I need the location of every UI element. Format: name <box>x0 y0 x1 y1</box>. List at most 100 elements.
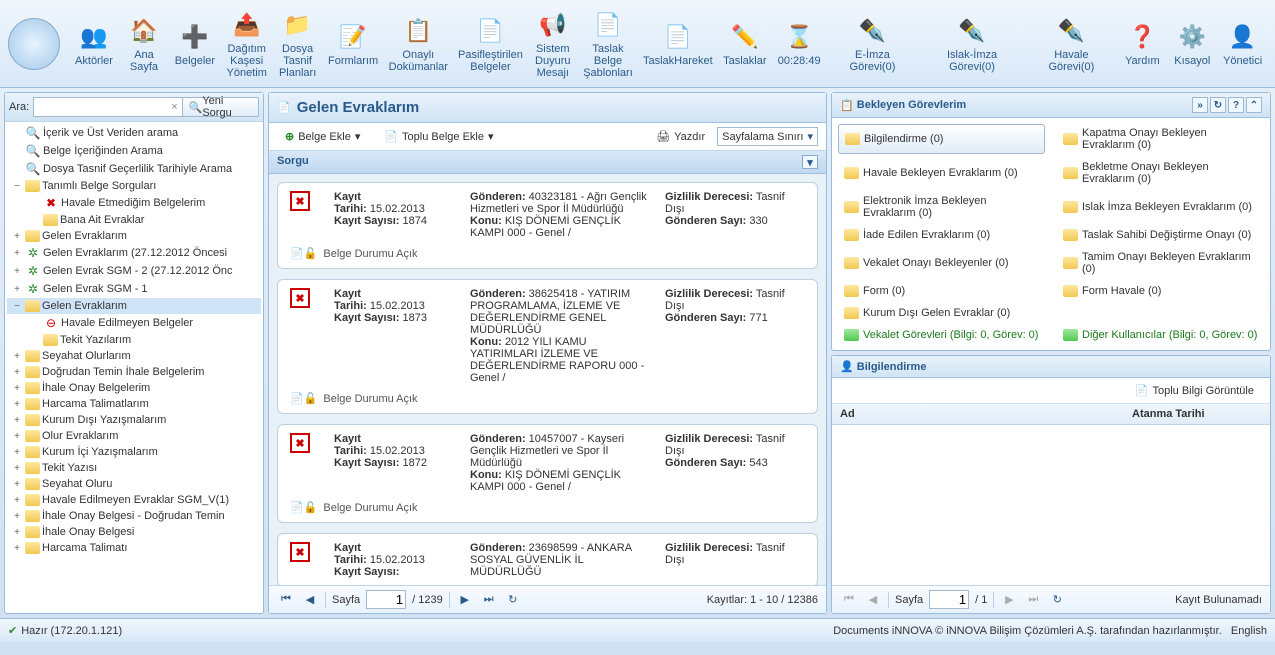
task-item[interactable]: Vekalet Görevleri (Bilgi: 0, Görev: 0) <box>838 326 1045 344</box>
prev-page-button[interactable]: ◀ <box>864 591 882 609</box>
toolbar-havale görevi(0)[interactable]: ✒️Havale Görevi(0) <box>1026 5 1116 83</box>
tree-item[interactable]: 🔍Dosya Tasnif Geçerlilik Tarihiyle Arama <box>7 160 261 178</box>
tree-item[interactable]: −Tanımlı Belge Sorguları <box>7 178 261 194</box>
expand-icon[interactable]: + <box>11 463 23 474</box>
tree-item[interactable]: +Seyahat Oluru <box>7 476 261 492</box>
toolbar-yönetici[interactable]: 👤Yönetici <box>1218 5 1267 83</box>
toolbar-onaylı[interactable]: 📋OnaylıDokümanlar <box>385 5 453 83</box>
task-item[interactable]: Kurum Dışı Gelen Evraklar (0) <box>838 304 1045 322</box>
tree-item[interactable]: −Gelen Evraklarım <box>7 298 261 314</box>
tree-item[interactable]: +Seyahat Olurlarım <box>7 348 261 364</box>
toolbar-sistem[interactable]: 📢SistemDuyuruMesajı <box>529 5 577 83</box>
expand-icon[interactable]: + <box>11 431 23 442</box>
last-page-button[interactable]: ⏭ <box>480 591 498 609</box>
expand-icon[interactable]: + <box>11 248 23 259</box>
tree-item[interactable]: ✖Havale Etmediğim Belgelerim <box>7 194 261 212</box>
refresh-button[interactable]: ↻ <box>1048 591 1066 609</box>
expand-icon[interactable]: + <box>11 266 23 277</box>
col-tarih[interactable]: Atanma Tarihi <box>1132 408 1262 420</box>
prev-page-button[interactable]: ◀ <box>301 591 319 609</box>
toolbar-islak-i̇mza görevi(0)[interactable]: ✒️Islak-İmza Görevi(0) <box>920 5 1025 83</box>
expand-icon[interactable]: + <box>11 383 23 394</box>
sayfalama-select[interactable]: Sayfalama Sınırı ▾ <box>717 127 818 146</box>
tree-item[interactable]: Bana Ait Evraklar <box>7 212 261 228</box>
tree-item[interactable]: +Harcama Talimatı <box>7 540 261 556</box>
refresh-icon[interactable]: » <box>1192 97 1208 113</box>
first-page-button[interactable]: ⏮ <box>840 591 858 609</box>
toolbar-dağıtım[interactable]: 📤DağıtımKaşesiYönetim <box>222 5 272 83</box>
toolbar-dosya[interactable]: 📁DosyaTasnifPlanları <box>274 5 322 83</box>
toolbar-taslakhareket[interactable]: 📄TaslakHareket <box>639 5 716 83</box>
clear-icon[interactable]: × <box>171 101 177 113</box>
refresh-button[interactable]: ↻ <box>504 591 522 609</box>
toolbar-pasifleştirilen[interactable]: 📄PasifleştirilenBelgeler <box>454 5 527 83</box>
tree-item[interactable]: +İhale Onay Belgesi - Doğrudan Temin <box>7 508 261 524</box>
expand-icon[interactable]: + <box>11 351 23 362</box>
task-item[interactable]: Havale Bekleyen Evraklarım (0) <box>838 158 1045 188</box>
expand-icon[interactable]: + <box>11 284 23 295</box>
task-item[interactable]: Bekletme Onayı Bekleyen Evraklarım (0) <box>1057 158 1264 188</box>
toolbar-ana[interactable]: 🏠AnaSayfa <box>120 5 168 83</box>
new-query-button[interactable]: 🔍 Yeni Sorgu <box>182 97 259 117</box>
record[interactable]: ✖KayıtTarihi: 15.02.2013Kayıt Sayısı: 18… <box>277 279 818 414</box>
task-item[interactable]: İade Edilen Evraklarım (0) <box>838 226 1045 244</box>
task-item[interactable]: Vekalet Onayı Bekleyenler (0) <box>838 248 1045 278</box>
task-item[interactable]: Diğer Kullanıcılar (Bilgi: 0, Görev: 0) <box>1057 326 1264 344</box>
belge-ekle-button[interactable]: ⊕Belge Ekle ▾ <box>277 128 368 145</box>
task-item[interactable]: Kapatma Onayı Bekleyen Evraklarım (0) <box>1057 124 1264 154</box>
expand-icon[interactable]: + <box>11 447 23 458</box>
toolbar-taslak[interactable]: 📄TaslakBelgeŞablonları <box>579 5 637 83</box>
page-input[interactable] <box>366 590 406 609</box>
tree-item[interactable]: ⊖Havale Edilmeyen Belgeler <box>7 314 261 332</box>
tree-item[interactable]: +Havale Edilmeyen Evraklar SGM_V(1) <box>7 492 261 508</box>
toplu-belge-ekle-button[interactable]: 📄Toplu Belge Ekle ▾ <box>376 128 501 145</box>
tree-item[interactable]: +Olur Evraklarım <box>7 428 261 444</box>
record[interactable]: ✖KayıtTarihi: 15.02.2013Kayıt Sayısı: 18… <box>277 424 818 523</box>
tree-item[interactable]: 🔍İçerik ve Üst Veriden arama <box>7 124 261 142</box>
page-input[interactable] <box>929 590 969 609</box>
tree-item[interactable]: +İhale Onay Belgesi <box>7 524 261 540</box>
expand-icon[interactable]: + <box>11 479 23 490</box>
tree-item[interactable]: +Kurum İçi Yazışmalarım <box>7 444 261 460</box>
tree-item[interactable]: +✲Gelen Evrak SGM - 2 (27.12.2012 Önc <box>7 262 261 280</box>
search-input[interactable] <box>33 97 185 117</box>
toolbar-taslaklar[interactable]: ✏️Taslaklar <box>718 5 771 83</box>
task-item[interactable]: Bilgilendirme (0) <box>838 124 1045 154</box>
chevron-down-icon[interactable]: ▾ <box>802 155 818 169</box>
task-item[interactable]: Elektronik İmza Bekleyen Evraklarım (0) <box>838 192 1045 222</box>
task-item[interactable]: Islak İmza Bekleyen Evraklarım (0) <box>1057 192 1264 222</box>
expand-icon[interactable]: + <box>11 527 23 538</box>
yazdir-button[interactable]: 🖨 Yazdır <box>648 128 713 145</box>
tree-item[interactable]: 🔍Belge İçeriğinden Arama <box>7 142 261 160</box>
toolbar-kısayol[interactable]: ⚙️Kısayol <box>1168 5 1216 83</box>
next-page-button[interactable]: ▶ <box>1000 591 1018 609</box>
next-page-button[interactable]: ▶ <box>456 591 474 609</box>
expand-icon[interactable]: + <box>11 495 23 506</box>
record[interactable]: ✖KayıtTarihi: 15.02.2013Kayıt Sayısı: 18… <box>277 182 818 269</box>
tree-item[interactable]: +✲Gelen Evraklarım (27.12.2012 Öncesi <box>7 244 261 262</box>
tree-item[interactable]: +Doğrudan Temin İhale Belgelerim <box>7 364 261 380</box>
refresh2-icon[interactable]: ↻ <box>1210 97 1226 113</box>
tree-item[interactable]: +Gelen Evraklarım <box>7 228 261 244</box>
lang-button[interactable]: English <box>1231 625 1267 637</box>
task-item[interactable]: Form Havale (0) <box>1057 282 1264 300</box>
tree-item[interactable]: +İhale Onay Belgelerim <box>7 380 261 396</box>
collapse-icon[interactable]: ⌃ <box>1246 97 1262 113</box>
toplu-bilgi-button[interactable]: 📄 Toplu Bilgi Görüntüle <box>1127 382 1262 399</box>
toolbar-e-i̇mza görevi(0)[interactable]: ✒️E-İmza Görevi(0) <box>827 5 917 83</box>
col-ad[interactable]: Ad <box>840 408 1132 420</box>
expand-icon[interactable]: + <box>11 543 23 554</box>
tree-item[interactable]: +✲Gelen Evrak SGM - 1 <box>7 280 261 298</box>
tree-item[interactable]: +Harcama Talimatlarım <box>7 396 261 412</box>
toolbar-yardım[interactable]: ❓Yardım <box>1118 5 1166 83</box>
expand-icon[interactable]: + <box>11 367 23 378</box>
expand-icon[interactable]: − <box>11 181 23 192</box>
task-item[interactable]: Form (0) <box>838 282 1045 300</box>
record[interactable]: ✖KayıtTarihi: 15.02.2013Kayıt Sayısı: Gö… <box>277 533 818 585</box>
tree-item[interactable]: +Tekit Yazısı <box>7 460 261 476</box>
tree-item[interactable]: +Kurum Dışı Yazışmalarım <box>7 412 261 428</box>
toolbar-formlarım[interactable]: 📝Formlarım <box>324 5 383 83</box>
expand-icon[interactable]: − <box>11 301 23 312</box>
task-item[interactable]: Tamim Onayı Bekleyen Evraklarım (0) <box>1057 248 1264 278</box>
expand-icon[interactable]: + <box>11 511 23 522</box>
